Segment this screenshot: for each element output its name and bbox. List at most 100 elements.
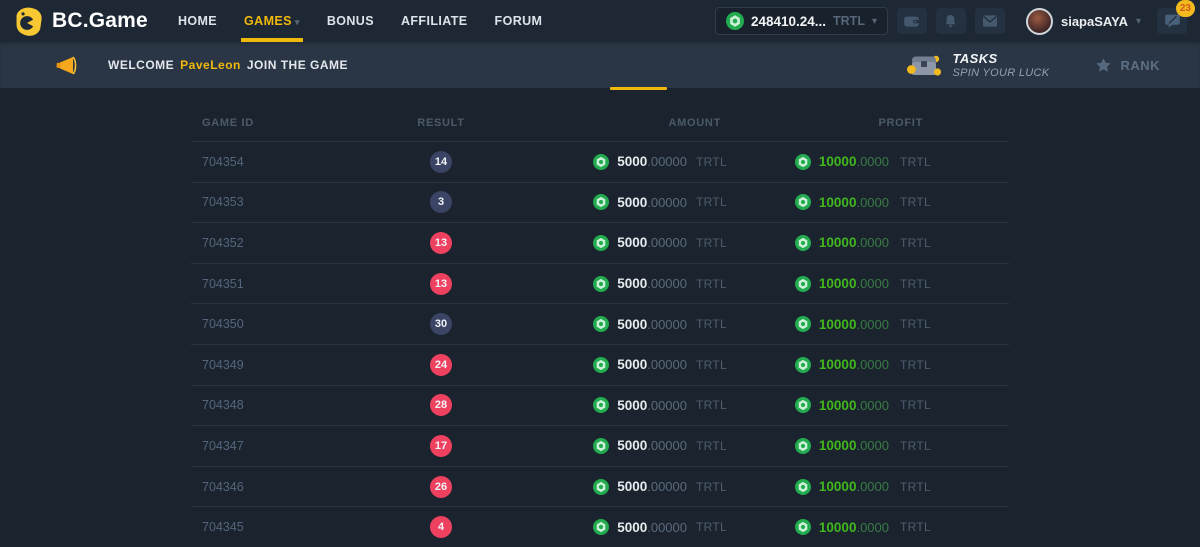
nav-affiliate[interactable]: AFFILIATE (401, 14, 468, 28)
table-row[interactable]: 704346 26 5000.00000 TRTL (191, 466, 1009, 507)
rank-widget[interactable]: RANK (1095, 57, 1160, 74)
game-id-cell: 704348 (191, 398, 371, 412)
welcome-suffix: JOIN THE GAME (247, 58, 348, 72)
profit-cell: 10000.0000 (799, 276, 889, 292)
trtl-coin-icon (795, 438, 811, 454)
trtl-coin-icon (795, 479, 811, 495)
column-header-amount: AMOUNT (511, 117, 799, 129)
profit-currency: TRTL (889, 358, 1009, 372)
brand-name: BC.Game (52, 9, 148, 33)
result-cell: 3 (371, 191, 511, 213)
column-header-profit: PROFIT (799, 117, 1009, 129)
profit-cell: 10000.0000 (799, 438, 889, 454)
profit-value: 10000.0000 (819, 438, 889, 453)
table-row[interactable]: 704349 24 5000.00000 TRTL (191, 344, 1009, 385)
tasks-title: TASKS (953, 51, 1050, 66)
bet-history-table: GAME ID RESULT AMOUNT PROFIT 704354 14 5… (191, 88, 1009, 547)
table-row[interactable]: 704354 14 5000.00000 TRTL (191, 141, 1009, 182)
profit-currency: TRTL (889, 277, 1009, 291)
profit-cell: 10000.0000 (799, 357, 889, 373)
chat-unread-badge: 23 (1176, 0, 1195, 17)
balance-selector[interactable]: 248410.24... TRTL ▾ (715, 7, 888, 35)
chevron-down-icon: ▾ (295, 17, 300, 27)
trtl-coin-icon (795, 357, 811, 373)
table-row[interactable]: 704350 30 5000.00000 TRTL (191, 303, 1009, 344)
brand-logo[interactable]: BC.Game (0, 7, 148, 36)
tasks-text: TASKS SPIN YOUR LUCK (953, 51, 1050, 79)
messages-button[interactable] (975, 8, 1005, 34)
avatar (1026, 8, 1053, 35)
profit-currency: TRTL (889, 195, 1009, 209)
bell-icon (943, 13, 958, 29)
profit-value: 10000.0000 (819, 235, 889, 250)
profit-cell: 10000.0000 (799, 316, 889, 332)
megaphone-icon (54, 56, 78, 75)
amount-currency: TRTL (687, 236, 799, 250)
profit-value: 10000.0000 (819, 357, 889, 372)
table-row[interactable]: 704352 13 5000.00000 TRTL (191, 222, 1009, 263)
trtl-coin-icon (593, 357, 609, 373)
rank-label: RANK (1120, 58, 1160, 73)
profit-cell: 10000.0000 (799, 519, 889, 535)
game-id-cell: 704353 (191, 195, 371, 209)
nav-games[interactable]: GAMES▾ (244, 14, 300, 28)
trtl-coin-icon (593, 519, 609, 535)
result-badge: 26 (430, 476, 452, 498)
table-row[interactable]: 704348 28 5000.00000 TRTL (191, 385, 1009, 426)
result-badge: 14 (430, 151, 452, 173)
amount-cell: 5000.00000 (511, 276, 687, 292)
amount-value: 5000.00000 (617, 276, 687, 291)
profit-value: 10000.0000 (819, 479, 889, 494)
result-badge: 24 (430, 354, 452, 376)
game-id-cell: 704349 (191, 358, 371, 372)
tasks-widget[interactable]: TASKS SPIN YOUR LUCK (906, 51, 1050, 79)
chat-button[interactable]: 23 (1157, 8, 1187, 34)
announcement-right-group: TASKS SPIN YOUR LUCK RANK (906, 51, 1200, 79)
table-row[interactable]: 704345 4 5000.00000 TRTL (191, 506, 1009, 547)
header-right-group: 248410.24... TRTL ▾ (715, 7, 1200, 35)
amount-cell: 5000.00000 (511, 519, 687, 535)
amount-currency: TRTL (687, 358, 799, 372)
game-id-cell: 704347 (191, 439, 371, 453)
amount-currency: TRTL (687, 480, 799, 494)
amount-cell: 5000.00000 (511, 235, 687, 251)
nav-forum[interactable]: FORUM (495, 14, 543, 28)
notifications-button[interactable] (936, 8, 966, 34)
treasure-chest-icon (906, 51, 942, 79)
game-id-cell: 704354 (191, 155, 371, 169)
main-content: GAME ID RESULT AMOUNT PROFIT 704354 14 5… (0, 88, 1200, 547)
table-row[interactable]: 704351 13 5000.00000 TRTL (191, 263, 1009, 304)
table-row[interactable]: 704347 17 5000.00000 TRTL (191, 425, 1009, 466)
result-badge: 13 (430, 273, 452, 295)
amount-currency: TRTL (687, 155, 799, 169)
trtl-coin-icon (593, 438, 609, 454)
nav-bonus[interactable]: BONUS (327, 14, 374, 28)
result-cell: 24 (371, 354, 511, 376)
trtl-coin-icon (593, 194, 609, 210)
result-cell: 4 (371, 516, 511, 538)
trtl-coin-icon (593, 479, 609, 495)
trtl-coin-icon (795, 397, 811, 413)
amount-value: 5000.00000 (617, 195, 687, 210)
wallet-button[interactable] (897, 8, 927, 34)
nav-home[interactable]: HOME (178, 14, 217, 28)
result-badge: 30 (430, 313, 452, 335)
amount-value: 5000.00000 (617, 520, 687, 535)
amount-currency: TRTL (687, 520, 799, 534)
active-tab-indicator (610, 87, 667, 90)
result-badge: 17 (430, 435, 452, 457)
user-menu[interactable]: siapaSAYA ▾ (1026, 8, 1141, 35)
amount-cell: 5000.00000 (511, 154, 687, 170)
welcome-player-name[interactable]: PaveLeon (180, 58, 241, 72)
amount-currency: TRTL (687, 277, 799, 291)
table-row[interactable]: 704353 3 5000.00000 TRTL (191, 182, 1009, 223)
star-icon (1095, 57, 1112, 74)
trtl-coin-icon (593, 276, 609, 292)
profit-currency: TRTL (889, 480, 1009, 494)
main-nav: HOME GAMES▾ BONUS AFFILIATE FORUM (178, 14, 542, 28)
game-id-cell: 704350 (191, 317, 371, 331)
user-name: siapaSAYA (1061, 14, 1128, 29)
result-cell: 13 (371, 273, 511, 295)
trtl-coin-icon (795, 235, 811, 251)
game-id-cell: 704346 (191, 480, 371, 494)
